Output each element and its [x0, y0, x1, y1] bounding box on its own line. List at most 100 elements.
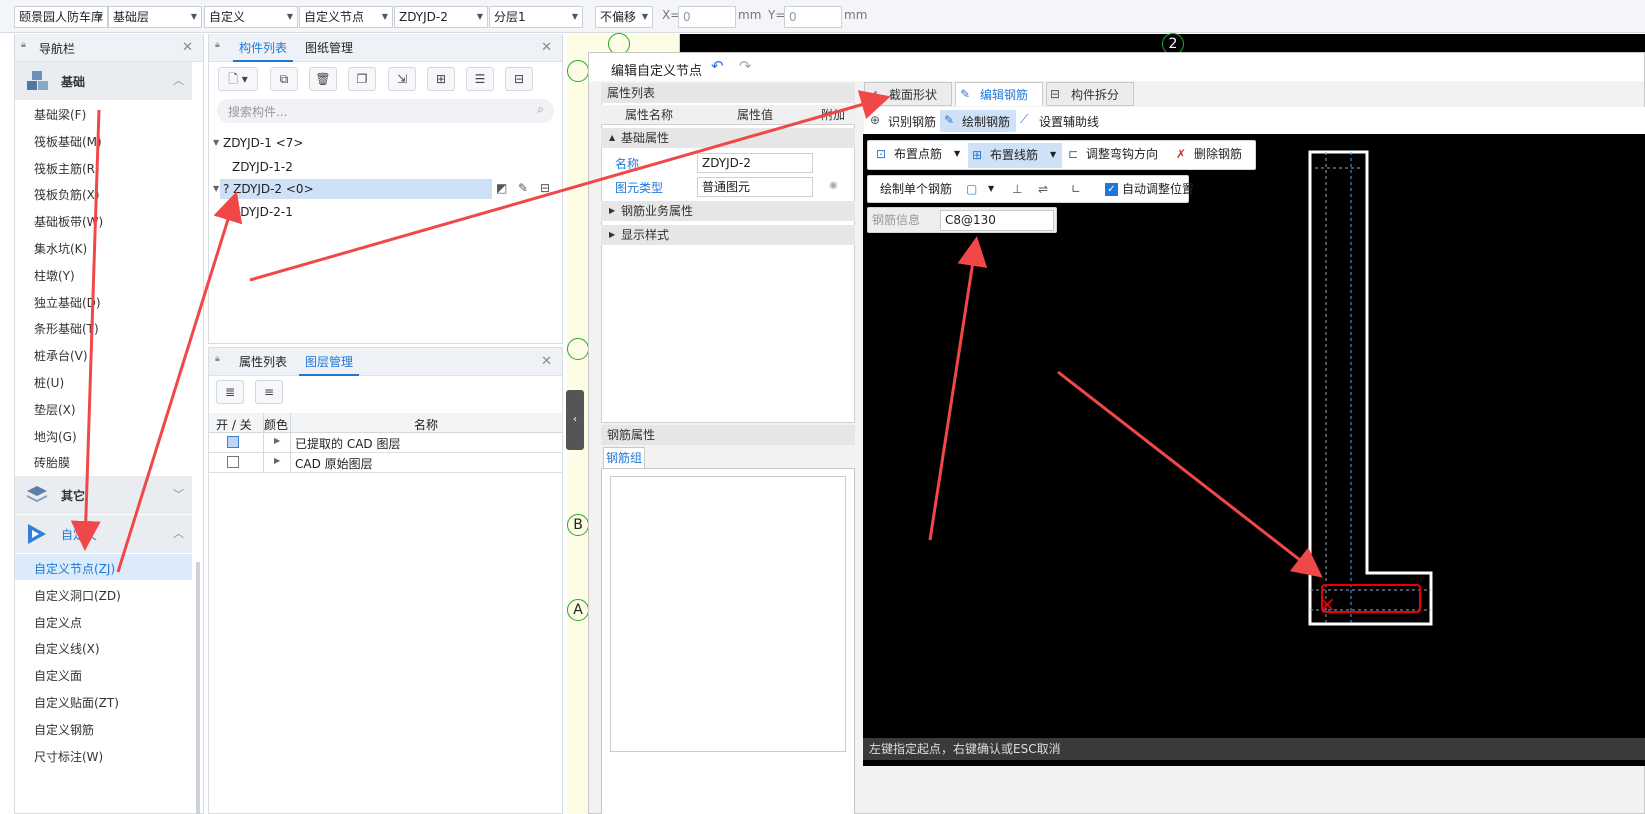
nav-item[interactable]: 桩(U) — [34, 374, 64, 391]
nav-group-foundation[interactable]: 基础 ︿ — [15, 62, 192, 100]
nav-item[interactable]: 筏板基础(M) — [34, 133, 102, 150]
split-icon[interactable]: ⊟ — [540, 181, 550, 195]
parallel-icon[interactable]: ⇌ — [1038, 176, 1048, 202]
extra-radio-icon[interactable]: ◉ — [829, 180, 838, 191]
expand-icon[interactable]: ▼ — [213, 138, 219, 147]
element-select[interactable]: ZDYJD-2 ▼ — [394, 6, 488, 28]
nav-item[interactable]: 砖胎膜 — [34, 454, 70, 471]
tab-layer-management[interactable]: 图层管理 — [299, 348, 360, 376]
nav-item[interactable]: 条形基础(T) — [34, 320, 99, 337]
auto-adjust-checkbox[interactable]: ✓ — [1105, 183, 1118, 196]
layer-toggle-checkbox[interactable] — [227, 456, 239, 468]
tab-drawing-management[interactable]: 图纸管理 — [299, 34, 359, 62]
layer-tool-icon[interactable]: ≡ — [255, 380, 283, 404]
expand-icon[interactable]: ▶ — [274, 436, 280, 445]
layer-toggle-checkbox[interactable] — [227, 436, 239, 448]
identify-rebar-button[interactable]: 识别钢筋 — [888, 113, 936, 130]
save-template-icon[interactable]: ⊞ — [427, 67, 455, 91]
rebar-info-input[interactable]: C8@130 — [940, 210, 1054, 231]
rectangle-icon[interactable]: ▢ — [966, 176, 977, 202]
draw-single-rebar-button[interactable]: 绘制单个钢筋 — [880, 176, 952, 202]
redo-icon[interactable]: ↷ — [739, 57, 752, 75]
nav-item[interactable]: 基础板带(W) — [34, 213, 103, 230]
chevron-down-icon[interactable]: ▼ — [954, 141, 960, 169]
subtype-select[interactable]: 自定义节点 ▼ — [299, 6, 393, 28]
tree-node[interactable]: ZDYJD-1 <7> — [223, 136, 303, 150]
divider — [263, 413, 264, 473]
tab-rebar-group[interactable]: 钢筋组 — [603, 447, 645, 469]
close-icon[interactable]: ✕ — [541, 354, 552, 369]
nav-item[interactable]: 筏板负筋(X) — [34, 186, 100, 203]
nav-item[interactable]: 基础梁(F) — [34, 106, 86, 123]
nav-item[interactable]: 垫层(X) — [34, 401, 76, 418]
adjust-hook-button[interactable]: 调整弯钩方向 — [1086, 141, 1158, 169]
collapse-handle[interactable]: ‹ — [566, 390, 584, 450]
nav-item[interactable]: 尺寸标注(W) — [34, 748, 103, 765]
component-search-input[interactable]: 搜索构件... ⌕ — [217, 99, 554, 123]
chevron-down-icon[interactable]: ▼ — [988, 176, 994, 202]
y-input[interactable]: 0 — [784, 6, 842, 28]
name-field[interactable]: ZDYJD-2 — [697, 153, 813, 173]
nav-item[interactable]: 桩承台(V) — [34, 347, 88, 364]
nav-scrollbar[interactable] — [196, 562, 200, 814]
tree-node[interactable]: ZDYJD-1-2 — [232, 160, 293, 174]
expand-icon[interactable]: ▶ — [274, 456, 280, 465]
tab-component-list[interactable]: 构件列表 — [233, 34, 294, 62]
type-field[interactable]: 普通图元 — [697, 177, 813, 197]
layer-row[interactable]: ▶ 已提取的 CAD 图层 — [209, 433, 562, 453]
nav-item[interactable]: 自定义贴面(ZT) — [34, 694, 119, 711]
nav-group-custom[interactable]: 自定义 ︿ — [15, 515, 192, 553]
nav-item[interactable]: 自定义洞口(ZD) — [34, 587, 121, 604]
nav-item-selected[interactable]: 自定义节点(ZJ) — [34, 560, 115, 577]
section-display[interactable]: ▶ 显示样式 — [601, 225, 855, 245]
lock-icon[interactable]: 🔒︎ — [215, 354, 223, 366]
nav-item[interactable]: 地沟(G) — [34, 428, 77, 445]
perpendicular-icon[interactable]: ⊥ — [1012, 176, 1022, 202]
section-business[interactable]: ▶ 钢筋业务属性 — [601, 201, 855, 221]
place-line-rebar-button[interactable]: ⊞ 布置线筋 ▼ — [968, 143, 1062, 168]
offset-select[interactable]: 不偏移 ▼ — [595, 6, 653, 28]
nav-item[interactable]: 自定义点 — [34, 614, 82, 631]
tree-node[interactable]: ZDYJD-2-1 — [232, 205, 293, 219]
copy-icon[interactable]: ⧉ — [270, 67, 298, 91]
close-icon[interactable]: ✕ — [541, 40, 552, 55]
category-select[interactable]: 自定义 ▼ — [204, 6, 298, 28]
sort-icon[interactable]: ⊟ — [505, 67, 533, 91]
nav-item[interactable]: 集水坑(K) — [34, 240, 87, 257]
chevron-down-icon[interactable]: ▼ — [1050, 143, 1056, 168]
tab-property-list[interactable]: 属性列表 — [233, 348, 293, 376]
nav-item[interactable]: 独立基础(D) — [34, 294, 101, 311]
close-icon[interactable]: ✕ — [182, 40, 193, 55]
nav-item[interactable]: 自定义线(X) — [34, 640, 100, 657]
tree-node-selected[interactable]: ? ZDYJD-2 <0> — [223, 182, 314, 196]
edit-section-icon[interactable]: ◩ — [496, 181, 507, 195]
section-basic[interactable]: ▲ 基础属性 — [601, 128, 855, 148]
angle-icon[interactable]: ∟ — [1071, 176, 1081, 202]
x-input[interactable]: 0 — [678, 6, 736, 28]
nav-group-other[interactable]: 其它 ﹀ — [15, 476, 192, 514]
place-point-rebar-button[interactable]: 布置点筋 — [894, 141, 942, 169]
lock-icon[interactable]: 🔒︎ — [215, 40, 223, 52]
layer-select[interactable]: 分层1 ▼ — [489, 6, 583, 28]
nav-item[interactable]: 筏板主筋(R) — [34, 160, 100, 177]
duplicate-icon[interactable]: ❐ — [348, 67, 376, 91]
delete-icon[interactable]: 🗑︎ — [309, 67, 337, 91]
nav-item[interactable]: 自定义面 — [34, 667, 82, 684]
aux-line-button[interactable]: 设置辅助线 — [1039, 113, 1099, 130]
lock-icon[interactable]: 🔒︎ — [21, 40, 29, 52]
floor-select[interactable]: 基础层 ▼ — [108, 6, 202, 28]
expand-icon[interactable]: ▼ — [213, 184, 219, 193]
nav-item[interactable]: 自定义钢筋 — [34, 721, 94, 738]
layer-row[interactable]: ▶ CAD 原始图层 — [209, 453, 562, 473]
delete-rebar-button[interactable]: 删除钢筋 — [1194, 141, 1242, 169]
rebar-group-list[interactable] — [610, 476, 846, 752]
new-component-button[interactable]: 🗋︎ ▾ — [218, 67, 258, 91]
undo-icon[interactable]: ↶ — [711, 57, 724, 75]
draw-rebar-button[interactable]: ✎ 绘制钢筋 — [940, 110, 1016, 132]
floor-copy-icon[interactable]: ⇲ — [388, 67, 416, 91]
load-template-icon[interactable]: ☰ — [466, 67, 494, 91]
nav-item[interactable]: 柱墩(Y) — [34, 267, 75, 284]
project-select[interactable]: 颐景园人防车库 ▼ — [14, 6, 108, 28]
layer-tool-icon[interactable]: ≣ — [216, 380, 244, 404]
edit-rebar-icon[interactable]: ✎ — [518, 181, 528, 195]
